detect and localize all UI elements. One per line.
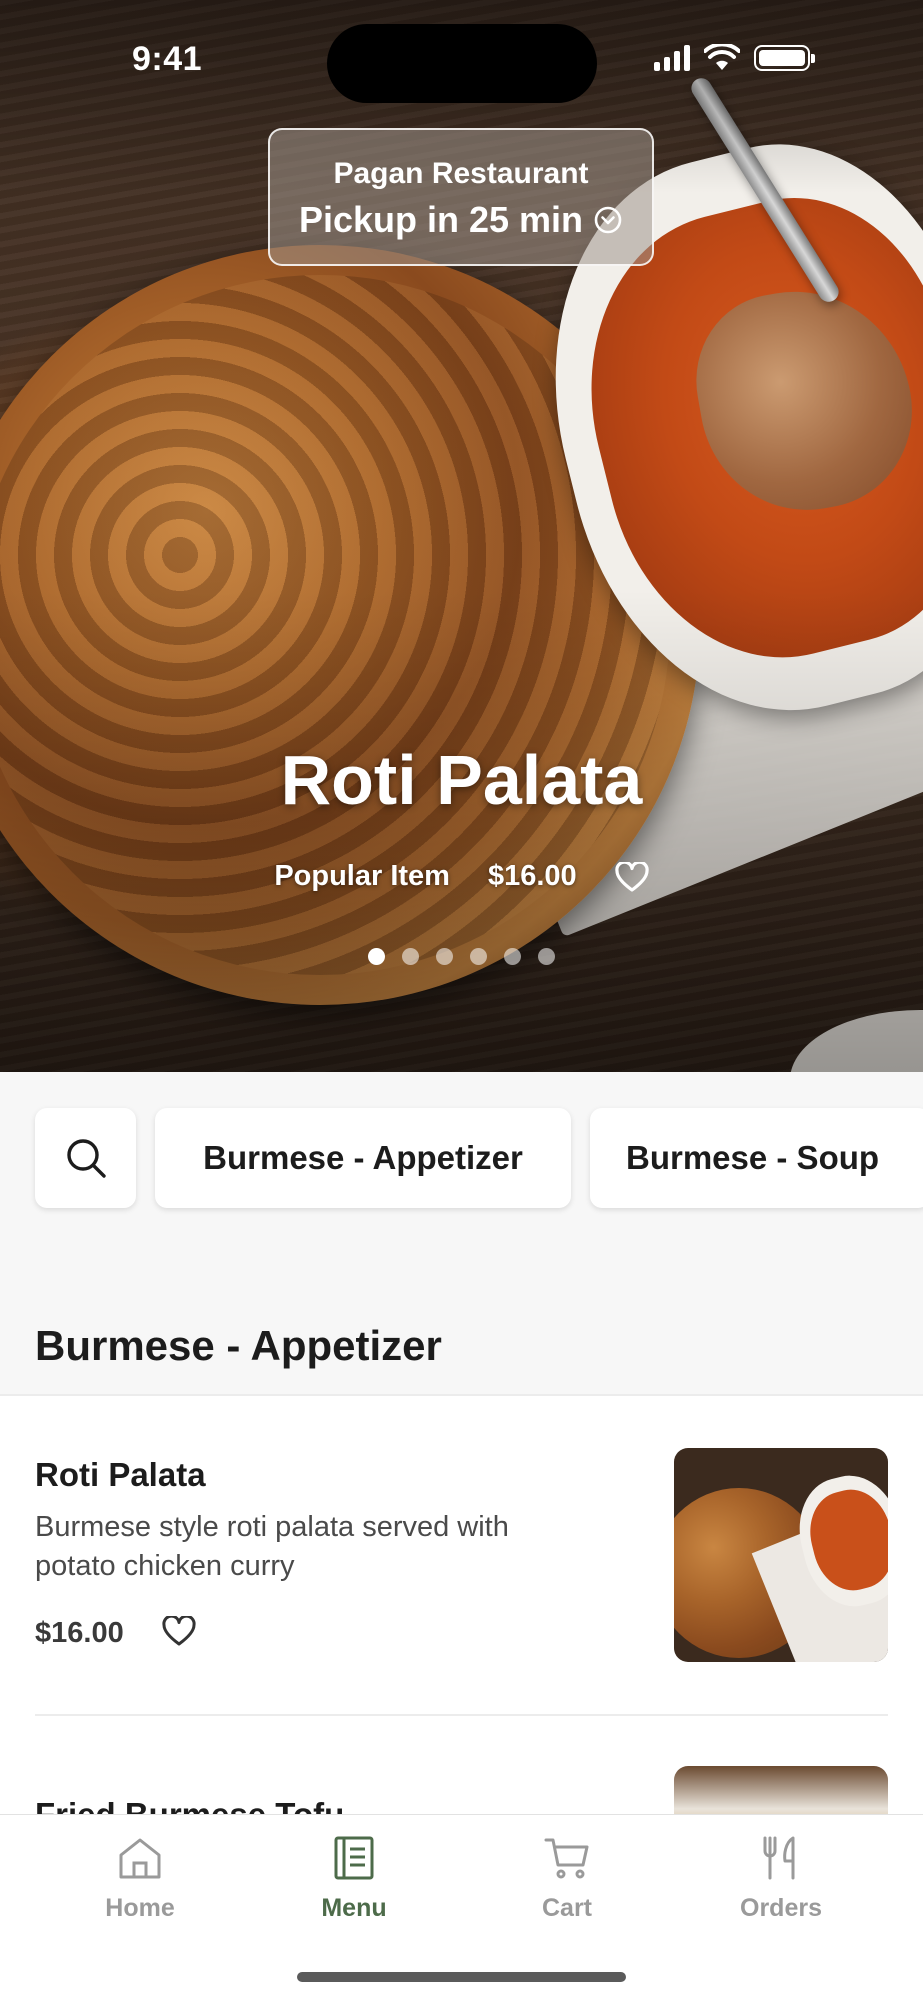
search-button[interactable]	[35, 1108, 136, 1208]
carousel-dot[interactable]	[368, 948, 385, 965]
search-icon	[66, 1139, 106, 1178]
status-time: 9:41	[132, 40, 203, 78]
menu-item-list: Roti Palata Burmese style roti palata se…	[0, 1396, 923, 1814]
tab-orders[interactable]: Orders	[691, 1835, 871, 1923]
pickup-time-row: Pickup in 25 min	[270, 199, 652, 241]
category-chip-appetizer[interactable]: Burmese - Appetizer	[155, 1108, 571, 1208]
item-divider	[35, 1714, 888, 1716]
menu-item-name[interactable]: Fried Burmese Tofu	[35, 1796, 344, 1814]
tab-cart[interactable]: Cart	[477, 1835, 657, 1923]
carousel-dot[interactable]	[504, 948, 521, 965]
restaurant-name: Pagan Restaurant	[333, 157, 589, 190]
category-chip-soup[interactable]: Burmese - Soup	[590, 1108, 923, 1208]
tab-label: Orders	[740, 1894, 822, 1922]
battery-icon	[754, 45, 815, 71]
cart-icon	[544, 1838, 589, 1879]
menu-item-price-row: $16.00	[35, 1614, 196, 1651]
tab-label: Home	[105, 1894, 175, 1922]
menu-item-image	[674, 1448, 888, 1662]
menu-item-name: Roti Palata	[35, 1456, 206, 1493]
featured-item-title: Roti Palata	[280, 741, 643, 819]
home-indicator	[297, 1972, 626, 1982]
tab-label: Menu	[321, 1894, 387, 1922]
tab-home[interactable]: Home	[50, 1835, 230, 1923]
status-icons	[654, 44, 815, 72]
tab-menu[interactable]: Menu	[264, 1835, 444, 1923]
dynamic-island	[327, 24, 597, 103]
menu-item-price: $16.00	[35, 1617, 124, 1649]
orders-icon	[763, 1836, 795, 1880]
home-icon	[119, 1838, 161, 1879]
favorite-heart-icon[interactable]	[162, 1614, 196, 1651]
featured-item-meta: Popular Item $16.00	[0, 860, 923, 893]
section-title: Burmese - Appetizer	[35, 1322, 442, 1369]
featured-item-tag: Popular Item	[274, 860, 450, 892]
menu-item-description: Burmese style roti palata served with po…	[35, 1511, 509, 1582]
carousel-dot[interactable]	[470, 948, 487, 965]
menu-icon	[334, 1836, 374, 1880]
wifi-icon	[704, 44, 740, 70]
cellular-signal-icon	[654, 45, 690, 71]
carousel-dots[interactable]	[0, 948, 923, 965]
pickup-time: Pickup in 25 min	[298, 199, 584, 240]
carousel-dot[interactable]	[402, 948, 419, 965]
carousel-dot[interactable]	[538, 948, 555, 965]
carousel-dot[interactable]	[436, 948, 453, 965]
pickup-selector[interactable]: Pagan Restaurant Pickup in 25 min	[268, 128, 654, 266]
tab-label: Cart	[541, 1894, 592, 1922]
favorite-heart-icon[interactable]	[615, 861, 649, 892]
hero-banner[interactable]: 9:41 Pagan Restaurant Pickup in 25 min R…	[0, 0, 923, 1072]
category-chips: Burmese - Appetizer Burmese - Soup	[35, 1108, 923, 1208]
menu-item-image[interactable]	[674, 1766, 888, 1814]
chevron-down-circle-icon	[594, 206, 622, 234]
featured-item-price: $16.00	[487, 860, 577, 892]
